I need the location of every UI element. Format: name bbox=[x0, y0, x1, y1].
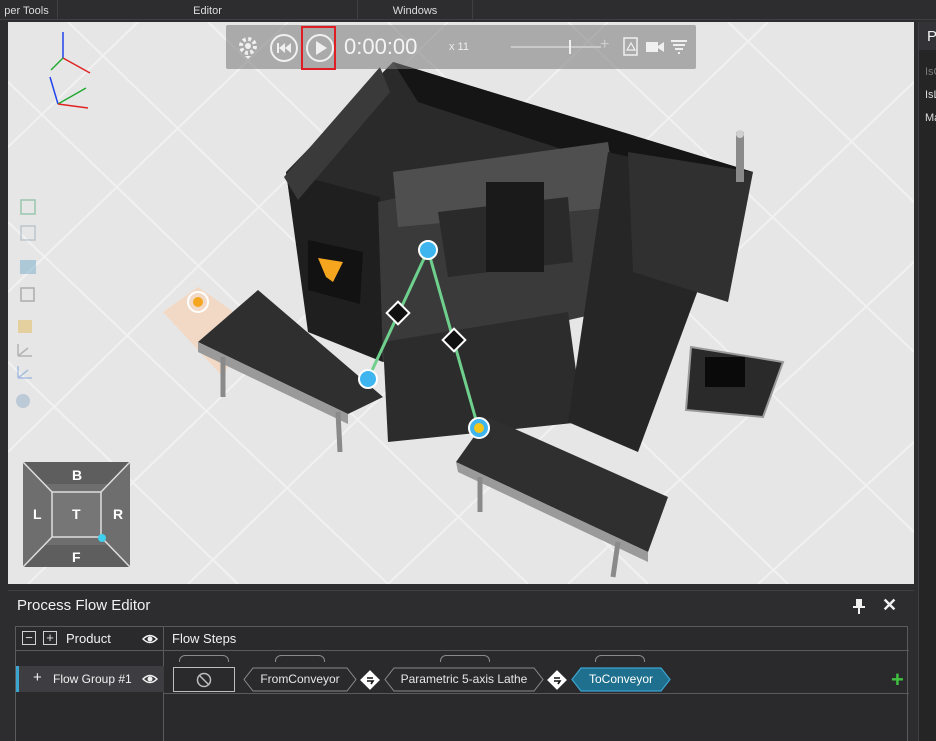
step-from-conveyor[interactable]: FromConveyor bbox=[252, 667, 348, 692]
expand-icon[interactable]: + bbox=[33, 669, 42, 686]
transport-icon[interactable] bbox=[546, 669, 568, 691]
flow-node-lathe bbox=[418, 240, 438, 260]
display-options-icon bbox=[16, 394, 30, 408]
tab-windows[interactable]: Windows bbox=[358, 0, 473, 20]
close-icon[interactable]: ✕ bbox=[882, 595, 897, 616]
flow-group-row[interactable]: + Flow Group #1 bbox=[16, 666, 164, 692]
product-column: − + Product + Flow Group #1 bbox=[16, 627, 164, 741]
blocked-icon bbox=[196, 672, 212, 688]
no-source-step[interactable] bbox=[173, 667, 235, 692]
trace-icon[interactable] bbox=[669, 37, 689, 57]
properties-panel: P IsO IsL Ma bbox=[918, 22, 936, 741]
flow-group-label: Flow Group #1 bbox=[53, 672, 132, 686]
nav-cube-top[interactable]: T bbox=[72, 506, 81, 522]
product-header: Product bbox=[66, 631, 111, 646]
flow-steps-header: Flow Steps bbox=[172, 631, 237, 646]
render-mode-icon bbox=[20, 260, 36, 274]
flow-grid: − + Product + Flow Group #1 Flow Steps F… bbox=[15, 626, 909, 741]
snap-icon bbox=[17, 344, 32, 357]
nav-cube-front[interactable]: F bbox=[72, 549, 81, 565]
speed-factor: x 11 bbox=[449, 41, 469, 53]
pdf-icon[interactable] bbox=[621, 37, 641, 57]
flow-node-from bbox=[358, 369, 378, 389]
tab-developer-tools[interactable]: per Tools bbox=[0, 0, 58, 20]
simulation-time: 0:00:00 bbox=[344, 34, 418, 59]
transport-icon[interactable] bbox=[359, 669, 381, 691]
property-label: IsL bbox=[925, 89, 936, 101]
step-tab[interactable] bbox=[275, 655, 325, 662]
property-label: Ma bbox=[925, 112, 936, 124]
zoom-fit-icon bbox=[20, 199, 36, 215]
ribbon-tab-strip: per Tools Editor Windows bbox=[0, 0, 936, 20]
speed-increase-icon[interactable]: + bbox=[600, 36, 609, 54]
row-divider bbox=[164, 693, 909, 694]
speed-slider[interactable] bbox=[511, 46, 601, 48]
step-tab[interactable] bbox=[595, 655, 645, 662]
collapse-all-button[interactable]: − bbox=[22, 631, 36, 645]
3d-viewport[interactable]: B L T R F 0:00:00 x 11 + bbox=[8, 22, 914, 584]
app-window: per Tools Editor Windows B L T R F 0:00:… bbox=[0, 0, 936, 741]
box-view-icon bbox=[20, 287, 35, 302]
gear-icon[interactable] bbox=[236, 35, 260, 59]
axis-triad-icon bbox=[49, 32, 91, 109]
selection-mode-icon bbox=[18, 320, 32, 333]
video-camera-icon[interactable] bbox=[645, 37, 665, 57]
zoom-selection-icon bbox=[20, 225, 36, 241]
properties-panel-title: P bbox=[919, 22, 936, 50]
step-to-conveyor[interactable]: ToConveyor bbox=[579, 667, 663, 692]
3d-scene[interactable]: B L T R F bbox=[8, 22, 914, 584]
process-flow-editor: Process Flow Editor ✕ − + Product + Flow… bbox=[8, 590, 914, 741]
eye-icon[interactable] bbox=[142, 673, 158, 685]
play-button-highlight bbox=[301, 26, 336, 70]
pin-icon[interactable] bbox=[852, 598, 866, 614]
nav-cube-left[interactable]: L bbox=[33, 506, 42, 522]
frame-icon bbox=[17, 366, 32, 379]
step-tab[interactable] bbox=[179, 655, 229, 662]
speed-slider-thumb[interactable] bbox=[569, 40, 571, 54]
panel-title: Process Flow Editor bbox=[17, 597, 151, 614]
eye-icon[interactable] bbox=[142, 633, 158, 645]
nav-cube-right[interactable]: R bbox=[113, 506, 123, 522]
tab-editor[interactable]: Editor bbox=[58, 0, 358, 20]
reset-button[interactable] bbox=[270, 34, 298, 62]
simulation-toolbar: 0:00:00 x 11 − + bbox=[226, 25, 696, 70]
expand-all-button[interactable]: + bbox=[43, 631, 57, 645]
property-label: IsO bbox=[925, 66, 936, 78]
step-parametric-lathe[interactable]: Parametric 5-axis Lathe bbox=[393, 667, 535, 692]
rewind-icon bbox=[277, 43, 291, 53]
nav-cube-back[interactable]: B bbox=[72, 467, 82, 483]
add-step-button[interactable]: + bbox=[891, 667, 904, 693]
step-tab[interactable] bbox=[440, 655, 490, 662]
